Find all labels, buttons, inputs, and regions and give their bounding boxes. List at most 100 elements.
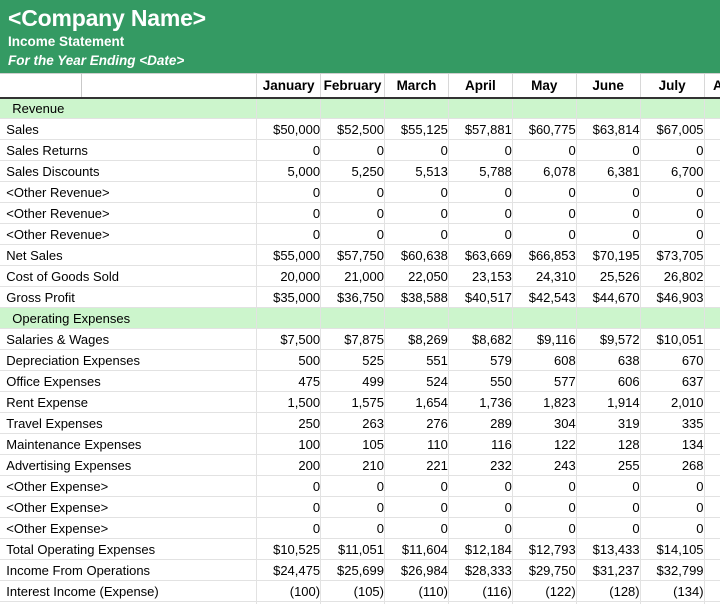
row-label[interactable]: Advertising Expenses — [6, 454, 257, 476]
value-cell[interactable]: 1,575 — [320, 391, 385, 413]
value-cell[interactable]: 100 — [256, 433, 321, 455]
value-cell[interactable]: 475 — [256, 370, 321, 392]
value-cell[interactable]: 128 — [575, 433, 641, 455]
value-cell[interactable]: 0 — [639, 223, 705, 245]
value-cell[interactable]: 255 — [575, 454, 641, 476]
value-cell[interactable]: 0 — [320, 475, 385, 497]
value-cell[interactable]: 0 — [575, 475, 641, 497]
value-cell[interactable]: 0 — [575, 223, 641, 245]
value-cell[interactable]: 5,000 — [256, 160, 321, 182]
row-label[interactable]: Gross Profit — [6, 286, 257, 308]
value-cell[interactable]: 1,654 — [384, 391, 449, 413]
value-cell[interactable]: $70,355 — [703, 118, 720, 140]
value-cell[interactable]: 0 — [384, 139, 449, 161]
value-cell[interactable]: $29,750 — [511, 559, 577, 581]
value-cell[interactable]: $38,588 — [384, 286, 449, 308]
row-label[interactable]: Office Expenses — [6, 370, 257, 392]
row-label[interactable]: Cost of Goods Sold — [6, 265, 257, 287]
row-label[interactable]: Revenue — [6, 97, 257, 119]
value-cell[interactable]: 0 — [639, 202, 705, 224]
value-cell[interactable]: 0 — [703, 202, 720, 224]
row-label[interactable]: <Other Expense> — [6, 517, 257, 539]
value-cell[interactable]: 0 — [447, 181, 513, 203]
value-cell[interactable]: (141) — [703, 580, 720, 602]
value-cell[interactable]: 210 — [320, 454, 385, 476]
row-label[interactable]: Interest Income (Expense) — [6, 580, 257, 602]
column-header-april[interactable]: April — [447, 73, 513, 99]
value-cell[interactable]: $77,390 — [703, 244, 720, 266]
value-cell[interactable]: $25,699 — [320, 559, 385, 581]
value-cell[interactable]: 0 — [384, 517, 449, 539]
value-cell[interactable]: $34,439 — [703, 559, 720, 581]
empty-cell[interactable] — [511, 307, 577, 329]
value-cell[interactable]: 0 — [703, 517, 720, 539]
value-cell[interactable]: $9,116 — [511, 328, 577, 350]
value-cell[interactable]: 550 — [447, 370, 513, 392]
value-cell[interactable]: $42,543 — [511, 286, 577, 308]
value-cell[interactable]: 0 — [384, 181, 449, 203]
column-header-february[interactable]: February — [320, 73, 385, 99]
value-cell[interactable]: 0 — [511, 496, 577, 518]
value-cell[interactable]: 670 — [639, 349, 705, 371]
value-cell[interactable]: 0 — [256, 496, 321, 518]
row-label[interactable]: Sales Discounts — [6, 160, 257, 182]
value-cell[interactable]: (105) — [320, 580, 385, 602]
value-cell[interactable]: 0 — [256, 202, 321, 224]
value-cell[interactable]: 0 — [320, 181, 385, 203]
value-cell[interactable]: $7,875 — [320, 328, 385, 350]
value-cell[interactable]: 110 — [384, 433, 449, 455]
value-cell[interactable]: 579 — [447, 349, 513, 371]
value-cell[interactable]: 23,153 — [447, 265, 513, 287]
column-header-july[interactable]: July — [639, 73, 705, 99]
empty-cell[interactable] — [511, 97, 577, 119]
value-cell[interactable]: 1,500 — [256, 391, 321, 413]
empty-cell[interactable] — [575, 97, 641, 119]
row-label[interactable]: Depreciation Expenses — [6, 349, 257, 371]
empty-cell[interactable] — [703, 97, 720, 119]
value-cell[interactable]: $35,000 — [256, 286, 321, 308]
value-cell[interactable]: 0 — [703, 139, 720, 161]
value-cell[interactable]: 0 — [703, 475, 720, 497]
value-cell[interactable]: $7,500 — [256, 328, 321, 350]
value-cell[interactable]: 6,381 — [575, 160, 641, 182]
value-cell[interactable]: 0 — [256, 139, 321, 161]
value-cell[interactable]: (116) — [447, 580, 513, 602]
empty-cell[interactable] — [703, 307, 720, 329]
value-cell[interactable]: 0 — [511, 139, 577, 161]
empty-cell[interactable] — [384, 97, 449, 119]
empty-cell[interactable] — [639, 97, 705, 119]
value-cell[interactable]: 638 — [575, 349, 641, 371]
value-cell[interactable]: 0 — [320, 202, 385, 224]
value-cell[interactable]: 608 — [511, 349, 577, 371]
value-cell[interactable]: 0 — [447, 202, 513, 224]
empty-cell[interactable] — [320, 97, 385, 119]
value-cell[interactable]: 1,736 — [447, 391, 513, 413]
value-cell[interactable]: 0 — [511, 202, 577, 224]
value-cell[interactable]: $36,750 — [320, 286, 385, 308]
value-cell[interactable]: 0 — [320, 223, 385, 245]
value-cell[interactable]: $60,638 — [384, 244, 449, 266]
value-cell[interactable]: 499 — [320, 370, 385, 392]
value-cell[interactable]: 0 — [256, 223, 321, 245]
value-cell[interactable]: 0 — [703, 181, 720, 203]
value-cell[interactable]: 0 — [256, 475, 321, 497]
empty-cell[interactable] — [447, 97, 513, 119]
row-label[interactable]: Income From Operations — [6, 559, 257, 581]
value-cell[interactable]: 0 — [384, 475, 449, 497]
value-cell[interactable]: 289 — [447, 412, 513, 434]
value-cell[interactable]: $55,125 — [384, 118, 449, 140]
value-cell[interactable]: 577 — [511, 370, 577, 392]
value-cell[interactable]: 0 — [447, 139, 513, 161]
value-cell[interactable]: $67,005 — [639, 118, 705, 140]
value-cell[interactable]: 524 — [384, 370, 449, 392]
value-cell[interactable]: 2,010 — [639, 391, 705, 413]
value-cell[interactable]: $31,237 — [575, 559, 641, 581]
value-cell[interactable]: 0 — [447, 496, 513, 518]
value-cell[interactable]: $60,775 — [511, 118, 577, 140]
value-cell[interactable]: $10,553 — [703, 328, 720, 350]
value-cell[interactable]: 21,000 — [320, 265, 385, 287]
value-cell[interactable]: 0 — [575, 496, 641, 518]
value-cell[interactable]: 25,526 — [575, 265, 641, 287]
value-cell[interactable]: 1,914 — [575, 391, 641, 413]
row-label[interactable]: Sales — [6, 118, 257, 140]
